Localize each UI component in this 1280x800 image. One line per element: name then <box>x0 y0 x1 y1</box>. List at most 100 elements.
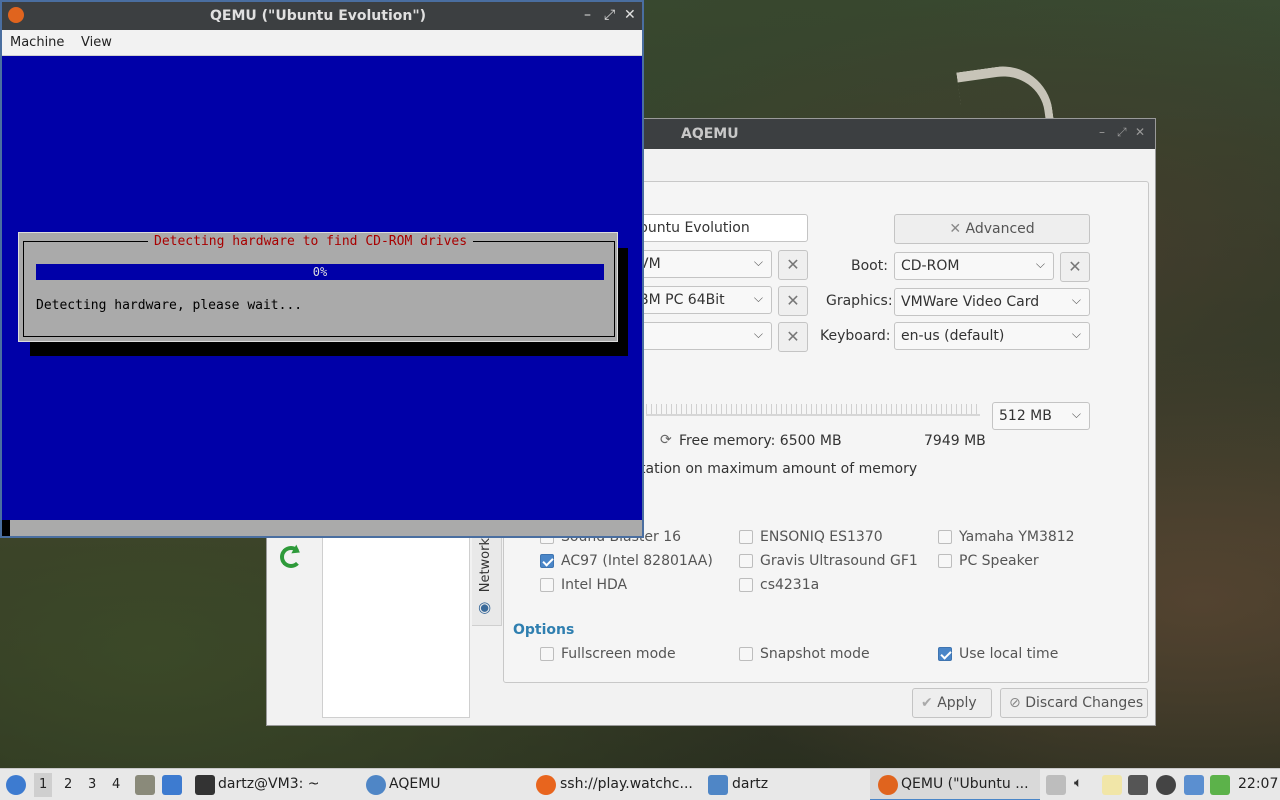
chevron-down-icon: ⌵ <box>1071 327 1081 341</box>
maximize-icon[interactable]: ⤢ <box>604 7 615 23</box>
keyboard-select[interactable]: en-us (default) ⌵ <box>894 322 1090 350</box>
taskbar-item-aqemu[interactable]: AQEMU <box>389 776 441 792</box>
close-icon[interactable]: ✕ <box>624 7 636 23</box>
memory-slider[interactable] <box>646 404 980 416</box>
audio-gus-checkbox[interactable] <box>739 554 753 568</box>
installer-dialog: Detecting hardware to find CD-ROM drives… <box>18 232 618 342</box>
update-icon[interactable] <box>1156 775 1176 795</box>
snapshot-checkbox[interactable] <box>739 647 753 661</box>
taskbar-item-folder[interactable]: dartz <box>732 776 768 792</box>
firefox-icon[interactable] <box>536 775 556 795</box>
file-manager-launcher-icon[interactable] <box>135 775 155 795</box>
apply-label: Apply <box>937 695 977 711</box>
fullscreen-checkbox[interactable] <box>540 647 554 661</box>
start-menu-icon[interactable] <box>6 775 26 795</box>
cpu-settings-button[interactable]: ✕ <box>778 322 808 352</box>
memory-limit-checkbox-label: tation on maximum amount of memory <box>640 461 918 477</box>
terminal-icon[interactable] <box>195 775 215 795</box>
audio-hda-checkbox[interactable] <box>540 578 554 592</box>
discard-changes-button[interactable]: ⊘ Discard Changes <box>1000 688 1148 718</box>
installer-dialog-title: Detecting hardware to find CD-ROM drives <box>148 234 474 249</box>
audio-ym3812-checkbox[interactable] <box>938 530 952 544</box>
audio-es1370-checkbox[interactable] <box>739 530 753 544</box>
apply-button[interactable]: ✔ Apply <box>912 688 992 718</box>
refresh-icon[interactable] <box>280 546 302 568</box>
fullscreen-label: Fullscreen mode <box>561 646 676 662</box>
qemu-app-icon <box>8 7 24 23</box>
show-desktop-icon[interactable] <box>162 775 182 795</box>
close-icon[interactable]: ✕ <box>1135 125 1145 139</box>
advanced-label: Advanced <box>965 221 1035 237</box>
chevron-down-icon: ⌵ <box>753 255 763 269</box>
audio-hda-label: Intel HDA <box>561 577 628 593</box>
tools-icon: ✕ <box>1068 257 1082 276</box>
folder-icon[interactable] <box>708 775 728 795</box>
qemu-menubar: Machine View <box>2 30 642 56</box>
notification-icon[interactable] <box>1184 775 1204 795</box>
tools-icon: ✕ <box>949 221 962 237</box>
volume-icon[interactable]: 🔈︎ <box>1074 775 1094 795</box>
boot-settings-button[interactable]: ✕ <box>1060 252 1090 282</box>
tab-network-label: Network <box>478 538 493 593</box>
menu-machine[interactable]: Machine <box>10 35 64 50</box>
snapshot-label: Snapshot mode <box>760 646 870 662</box>
qemu-status-corner <box>2 520 10 536</box>
aqemu-app-icon[interactable] <box>366 775 386 795</box>
checkmark-icon: ✔ <box>921 695 933 711</box>
taskbar: 1 2 3 4 dartz@VM3: ~ AQEMU ssh://play.wa… <box>0 768 1280 800</box>
maximize-icon[interactable]: ⤢ <box>1117 125 1127 140</box>
graphics-label: Graphics: <box>826 293 893 309</box>
taskbar-item-qemu[interactable]: QEMU ("Ubuntu ... <box>901 776 1029 792</box>
audio-ym3812-label: Yamaha YM3812 <box>959 529 1075 545</box>
audio-pcspk-label: PC Speaker <box>959 553 1039 569</box>
emulator-type-select[interactable]: VM ⌵ <box>632 250 772 278</box>
chevron-down-icon: ⌵ <box>1071 293 1081 307</box>
advanced-button[interactable]: ✕ Advanced <box>894 214 1090 244</box>
refresh-memory-icon[interactable]: ⟳ <box>660 432 672 448</box>
local-time-checkbox[interactable] <box>938 647 952 661</box>
qemu-app-icon[interactable] <box>878 775 898 795</box>
keyboard-value: en-us (default) <box>901 328 1005 344</box>
audio-ac97-checkbox[interactable] <box>540 554 554 568</box>
taskbar-item-browser[interactable]: ssh://play.watchc... <box>560 776 693 792</box>
keyboard-label: Keyboard: <box>820 328 891 344</box>
cpu-type-select[interactable]: ⌵ <box>632 322 772 350</box>
workspace-3[interactable]: 3 <box>88 777 96 792</box>
minimize-icon[interactable]: – <box>584 7 591 23</box>
machine-type-value: BM PC 64Bit <box>639 292 725 308</box>
cancel-icon: ⊘ <box>1009 695 1021 711</box>
workspace-2[interactable]: 2 <box>64 777 72 792</box>
audio-cs4231a-label: cs4231a <box>760 577 820 593</box>
tools-icon: ✕ <box>786 291 800 310</box>
qemu-titlebar[interactable]: QEMU ("Ubuntu Evolution") – ⤢ ✕ <box>2 2 642 30</box>
memory-value: 512 MB <box>999 408 1052 424</box>
taskbar-item-terminal[interactable]: dartz@VM3: ~ <box>218 776 320 792</box>
audio-cs4231a-checkbox[interactable] <box>739 578 753 592</box>
audio-ac97-label: AC97 (Intel 82801AA) <box>561 553 713 569</box>
audio-gus-label: Gravis Ultrasound GF1 <box>760 553 918 569</box>
vm-list[interactable] <box>322 536 470 718</box>
network-icon[interactable] <box>1128 775 1148 795</box>
total-memory-label: 7949 MB <box>924 433 986 449</box>
audio-pcspk-checkbox[interactable] <box>938 554 952 568</box>
menu-view[interactable]: View <box>81 35 112 50</box>
local-time-label: Use local time <box>959 646 1059 662</box>
machine-settings-button[interactable]: ✕ <box>778 286 808 316</box>
free-memory-label: Free memory: 6500 MB <box>679 433 842 449</box>
workspace-4[interactable]: 4 <box>112 777 120 792</box>
tray-expand-icon[interactable] <box>1046 775 1066 795</box>
clock: 22:07 <box>1238 776 1279 792</box>
memory-select[interactable]: 512 MB ⌵ <box>992 402 1090 430</box>
emulator-settings-button[interactable]: ✕ <box>778 250 808 280</box>
vm-name-input[interactable]: buntu Evolution <box>632 214 808 242</box>
green-app-icon[interactable] <box>1210 775 1230 795</box>
installer-message: Detecting hardware, please wait... <box>36 298 303 313</box>
machine-type-select[interactable]: BM PC 64Bit ⌵ <box>632 286 772 314</box>
minimize-icon[interactable]: – <box>1099 125 1105 139</box>
chevron-down-icon: ⌵ <box>753 327 763 341</box>
discard-label: Discard Changes <box>1025 695 1144 711</box>
clipboard-icon[interactable] <box>1102 775 1122 795</box>
boot-select[interactable]: CD-ROM ⌵ <box>894 252 1054 280</box>
workspace-1[interactable]: 1 <box>34 773 53 797</box>
graphics-select[interactable]: VMWare Video Card ⌵ <box>894 288 1090 316</box>
